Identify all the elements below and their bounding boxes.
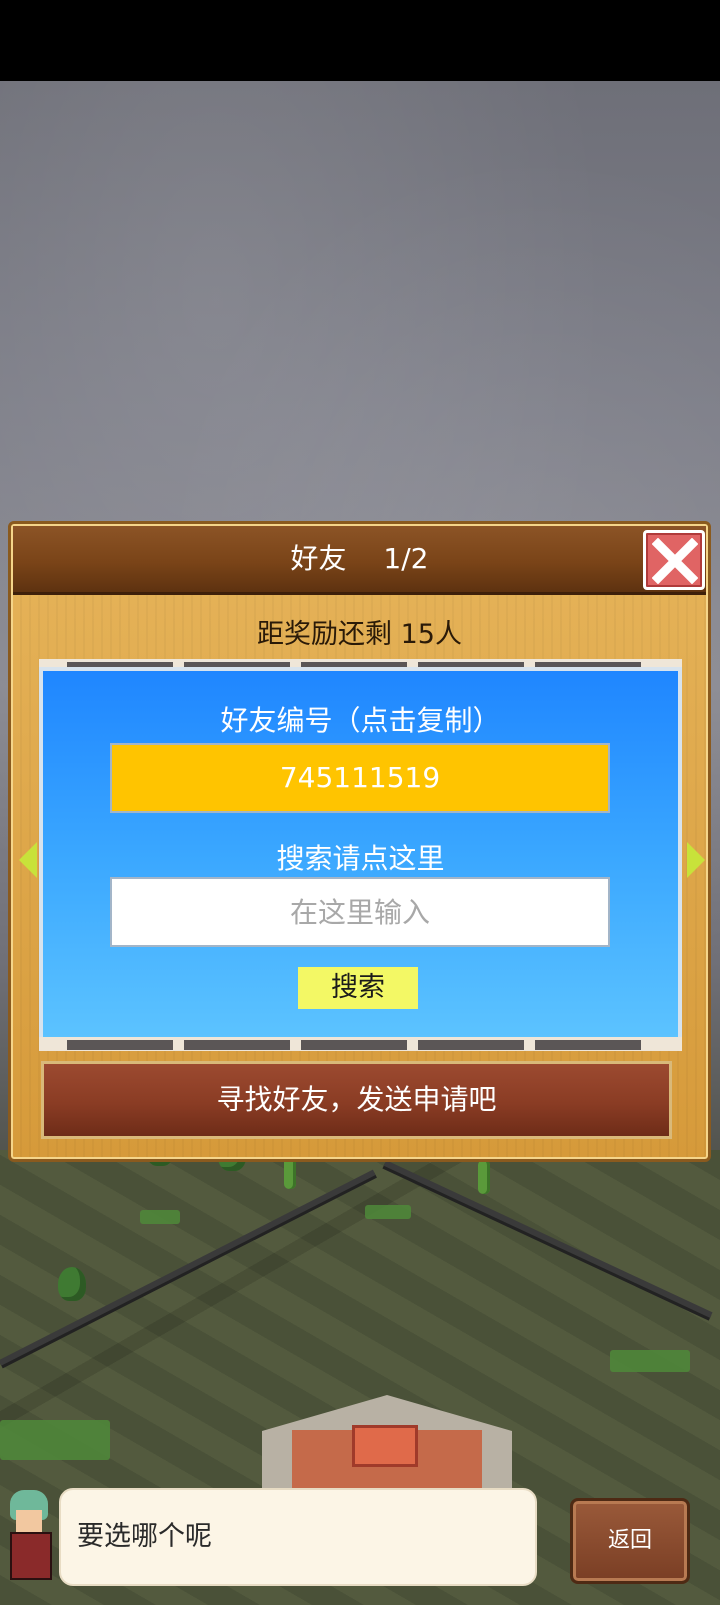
search-button[interactable]: 搜索 <box>298 967 418 1009</box>
speech-text: 要选哪个呢 <box>77 1521 212 1552</box>
avatar-face <box>16 1510 42 1532</box>
fence <box>0 1169 376 1366</box>
arrow-right-icon[interactable] <box>687 842 705 878</box>
reward-remaining-text: 距奖励还剩 15人 <box>257 619 462 650</box>
avatar <box>0 1488 60 1588</box>
page-segment <box>535 1040 641 1050</box>
fence <box>383 1160 713 1318</box>
friends-dialog: 好友 1/2 距奖励还剩 15人 好友编号（点击复制） 745111519 搜索… <box>8 521 711 1162</box>
grass-patch <box>365 1205 411 1219</box>
find-friends-button[interactable]: 寻找好友，发送申请吧 <box>41 1061 672 1139</box>
bed <box>352 1425 418 1467</box>
dialog-title: 好友 1/2 <box>290 542 429 575</box>
close-icon <box>652 538 698 584</box>
page-segment <box>418 1040 524 1050</box>
close-button[interactable] <box>643 530 705 590</box>
friend-id-label[interactable]: 好友编号（点击复制） <box>43 699 678 739</box>
grass-patch <box>610 1350 690 1372</box>
grass-patch <box>0 1420 110 1460</box>
page-segment <box>301 1040 407 1050</box>
friend-id-copy-box[interactable]: 745111519 <box>110 743 610 813</box>
page-segment <box>67 1040 173 1050</box>
page-segment <box>184 1040 290 1050</box>
search-label: 搜索请点这里 <box>276 842 445 875</box>
page-indicator-bottom <box>39 1037 682 1051</box>
back-button[interactable]: 返回 <box>570 1498 690 1584</box>
dialog-header: 好友 1/2 <box>13 526 706 595</box>
cactus <box>478 1160 490 1194</box>
speech-bubble: 要选哪个呢 <box>59 1488 537 1586</box>
search-input[interactable] <box>110 877 610 947</box>
grass-patch <box>140 1210 180 1224</box>
status-bar <box>0 0 720 81</box>
arrow-left-icon[interactable] <box>19 842 37 878</box>
avatar-body <box>10 1532 52 1580</box>
friend-panel: 好友编号（点击复制） 745111519 搜索请点这里 搜索 <box>39 667 682 1042</box>
